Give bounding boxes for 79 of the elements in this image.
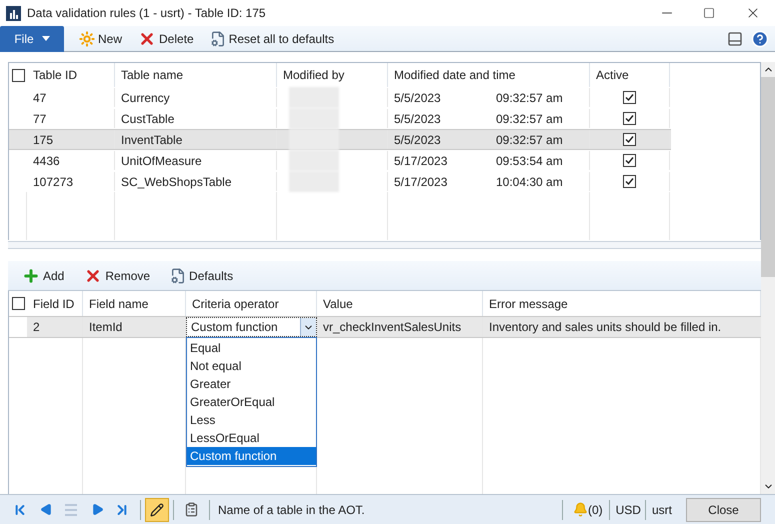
table-row[interactable]: 107273 SC_WebShopsTable 5/17/2023 10:04:30 am [9,171,671,192]
pencil-icon [150,502,164,516]
table-cell: UnitOfMeasure [115,151,277,170]
dropdown-option[interactable]: GreaterOrEqual [187,393,316,411]
column-header[interactable]: Active [590,63,670,87]
table-cell-text: 09:32:57 am [496,90,563,106]
dropdown-option[interactable]: Equal [187,339,316,357]
blurred-value [289,108,339,129]
table-cell-text: 5/5/2023 [394,90,442,106]
table-cell: SC_WebShopsTable [115,172,277,191]
table-cell-text: 09:32:57 am [496,132,563,148]
toolbar-button[interactable]: Delete [137,30,195,48]
table-cell-text: 10:04:30 am [496,174,563,190]
table-cell-text: 5/17/2023 [394,174,448,190]
clipboard-icon[interactable] [184,502,199,517]
table-cell-text: 5/17/2023 [394,152,448,170]
column-header[interactable]: Modified date and time [388,63,590,87]
blurred-value [289,150,339,171]
checkbox[interactable] [623,112,636,125]
checkbox[interactable] [623,154,636,167]
document-gear-icon [210,30,226,46]
dropdown-option[interactable]: Less [187,411,316,429]
toolbar-button[interactable]: Remove [84,266,150,284]
table-row[interactable]: 47 Currency 5/5/2023 09:32:57 am [9,87,671,108]
panel-layout-icon[interactable] [727,30,743,46]
table-cell: 77 [27,109,115,128]
maximize-icon[interactable] [703,7,715,19]
document-gear-icon [170,268,186,284]
table-cell: 2 [27,317,83,337]
table-cell-text: 09:53:54 am [496,152,563,170]
file-menu-button[interactable]: File [0,26,64,52]
table-cell-text: 09:32:57 am [496,110,563,128]
toolbar-button[interactable]: Reset all to defaults [208,30,336,48]
toolbar-button[interactable]: Add [22,266,64,284]
table-cell-text: 5/5/2023 [394,132,442,148]
dropdown-option[interactable]: Greater [187,375,316,393]
table-row[interactable]: 4436 UnitOfMeasure 5/17/2023 09:53:54 am [9,150,671,171]
next-record-icon[interactable] [91,503,104,516]
previous-record-icon[interactable] [40,503,53,516]
table-cell: Currency [115,88,277,107]
table-cell: 107273 [27,172,115,191]
table-cell: InventTable [115,130,277,149]
table-cell: 47 [27,88,115,107]
dropdown-option[interactable]: LessOrEqual [187,429,316,447]
table-row[interactable]: 2 ItemId Custom function vr_checkInventSalesUnits Inventory and sales units should be filled in. [9,316,761,338]
table-cell-text: 5/5/2023 [394,110,442,128]
toolbar-button[interactable]: Defaults [170,266,234,284]
notifications-button[interactable]: (0) [572,500,603,518]
close-button[interactable]: Close [686,498,761,522]
currency-label: USD [616,502,641,518]
toolbar-button[interactable]: New [78,30,124,48]
bell-icon [572,502,588,517]
table-cell-text: Inventory and sales units should be filled in. [488,319,722,336]
table-cell: CustTable [115,109,277,128]
status-help-text: Name of a table in the AOT. [218,502,365,518]
table-row[interactable]: 77 CustTable 5/5/2023 09:32:57 am [9,108,671,129]
column-header[interactable]: Table name [115,63,277,87]
table-cell: 175 [27,130,115,149]
checkbox[interactable] [623,175,636,188]
window-title: Data validation rules (1 - usrt) - Table ID: 175 [27,5,266,22]
app-logo-icon [6,6,21,20]
sun-icon [79,30,95,46]
help-icon[interactable] [751,30,769,48]
dropdown-option[interactable]: Custom function [187,447,316,465]
checkbox[interactable] [12,68,24,82]
table-row[interactable]: 175 InventTable 5/5/2023 09:32:57 am [9,129,671,150]
table-cell: vr_checkInventSalesUnits [317,317,483,337]
dropdown-option[interactable]: Not equal [187,357,316,375]
plus-icon [22,266,40,284]
operator-dropdown[interactable]: Custom function [186,317,317,337]
table-cell: 4436 [27,151,115,170]
checkbox[interactable] [12,297,24,310]
vertical-scrollbar[interactable] [761,62,775,494]
company-label: usrt [652,502,672,518]
edit-mode-button[interactable] [145,498,169,522]
column-header[interactable]: Table ID [27,63,115,87]
checkbox[interactable] [623,91,636,104]
caret-icon [42,36,50,41]
checkbox[interactable] [623,133,636,146]
